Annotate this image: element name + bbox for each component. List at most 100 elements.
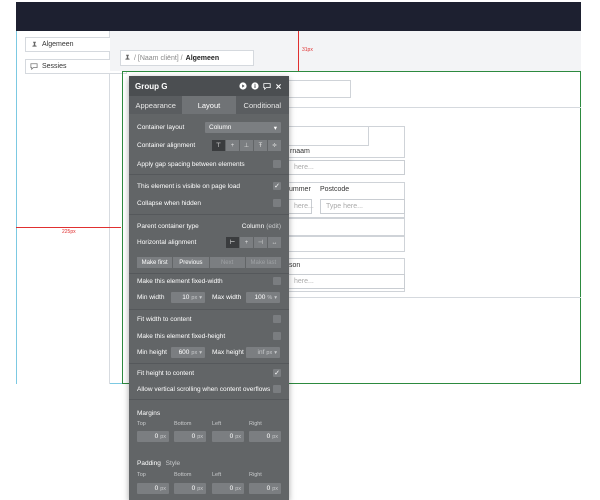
align-top-icon[interactable]: ⊤ bbox=[212, 140, 225, 151]
parent-type-row: Parent container type Column (edit) bbox=[137, 223, 281, 230]
comment-icon[interactable] bbox=[262, 82, 271, 91]
gap-spacing-row: Apply gap spacing between elements bbox=[137, 160, 281, 168]
horizontal-alignment-row: Horizontal alignment ⊢ + ⊣ ↔ bbox=[137, 237, 281, 248]
horizontal-guide-label: 225px bbox=[62, 229, 76, 235]
close-icon[interactable] bbox=[274, 82, 283, 91]
row-divider bbox=[288, 297, 581, 298]
visible-on-load-row: This element is visible on page load ✓ bbox=[137, 182, 281, 190]
fixed-height-checkbox[interactable] bbox=[273, 332, 281, 340]
vertical-guide-line bbox=[298, 31, 299, 71]
divider bbox=[129, 399, 289, 400]
gap-spacing-checkbox[interactable] bbox=[273, 160, 281, 168]
align-fill-icon[interactable]: ↔ bbox=[268, 237, 281, 248]
fit-height-checkbox[interactable]: ✓ bbox=[273, 369, 281, 377]
divider bbox=[129, 174, 289, 175]
sidebar: Algemeen Sessies bbox=[17, 31, 127, 384]
panel-title: Group G bbox=[135, 81, 168, 91]
padding-right-input[interactable]: 0 px bbox=[249, 483, 281, 494]
achternaam-input[interactable]: here... bbox=[288, 160, 405, 175]
collapse-hidden-checkbox[interactable] bbox=[273, 199, 281, 207]
panel-tabs: Appearance Layout Conditional bbox=[129, 96, 289, 114]
chevron-down-icon: ▾ bbox=[273, 124, 277, 132]
divider bbox=[129, 309, 289, 310]
padding-bottom-input[interactable]: 0 px bbox=[174, 483, 206, 494]
visible-on-load-checkbox[interactable]: ✓ bbox=[273, 182, 281, 190]
sidebar-item-label: Algemeen bbox=[42, 41, 74, 48]
align-center-icon[interactable]: + bbox=[240, 237, 253, 248]
property-editor-header[interactable]: Group G bbox=[129, 76, 289, 96]
breadcrumb-current: Algemeen bbox=[185, 54, 220, 62]
container-layout-select[interactable]: Column ▾ bbox=[205, 122, 281, 133]
height-row: Min height 600 px ▾ Max height inf px ▾ bbox=[137, 347, 281, 358]
parent-type-value: Column bbox=[241, 223, 265, 230]
woonplaats-input[interactable]: here... bbox=[288, 274, 405, 289]
fit-width-row: Fit width to content bbox=[137, 315, 281, 323]
width-row: Min width 10 px ▾ Max width 100 % ▾ bbox=[137, 292, 281, 303]
parent-type-edit-link[interactable]: (edit) bbox=[266, 223, 281, 230]
previous-button[interactable]: Previous bbox=[173, 257, 209, 268]
chat-icon bbox=[30, 63, 38, 71]
fit-height-row: Fit height to content ✓ bbox=[137, 369, 281, 377]
margins-title: Margins bbox=[137, 410, 161, 417]
make-first-button[interactable]: Make first bbox=[137, 257, 173, 268]
align-middle-icon[interactable]: + bbox=[226, 140, 239, 151]
order-buttons-row: Make first Previous Next Make last bbox=[137, 257, 281, 268]
play-icon[interactable] bbox=[238, 82, 247, 91]
fixed-height-row: Make this element fixed-height bbox=[137, 332, 281, 340]
divider bbox=[129, 363, 289, 364]
align-stretch-icon[interactable]: Ŧ bbox=[254, 140, 267, 151]
top-bar bbox=[16, 2, 581, 31]
chevron-down-icon: ▾ bbox=[274, 349, 277, 356]
fixed-width-checkbox[interactable] bbox=[273, 277, 281, 285]
pin-icon bbox=[124, 54, 131, 63]
padding-left-input[interactable]: 0 px bbox=[212, 483, 244, 494]
chevron-down-icon: ▾ bbox=[199, 294, 202, 301]
collapse-hidden-row: Collapse when hidden bbox=[137, 199, 281, 207]
fit-width-checkbox[interactable] bbox=[273, 315, 281, 323]
make-last-button[interactable]: Make last bbox=[245, 257, 281, 268]
postcode-label: Postcode bbox=[320, 186, 350, 193]
divider bbox=[129, 214, 289, 215]
achternaam-label: rnaam bbox=[290, 148, 310, 155]
row-divider bbox=[288, 107, 581, 108]
form-box-outline bbox=[288, 236, 405, 252]
margin-top-input[interactable]: 0 px bbox=[137, 431, 169, 442]
align-bottom-icon[interactable]: ⊥ bbox=[240, 140, 253, 151]
padding-style-link[interactable]: Style bbox=[166, 460, 180, 467]
align-right-icon[interactable]: ⊣ bbox=[254, 237, 267, 248]
vertical-scroll-checkbox[interactable] bbox=[273, 385, 281, 393]
align-left-icon[interactable]: ⊢ bbox=[226, 237, 239, 248]
max-height-input[interactable]: inf px ▾ bbox=[246, 347, 280, 358]
margin-right-input[interactable]: 0 px bbox=[249, 431, 281, 442]
postcode-input[interactable]: Type here... bbox=[320, 199, 405, 214]
padding-top-input[interactable]: 0 px bbox=[137, 483, 169, 494]
horizontal-alignment-buttons: ⊢ + ⊣ ↔ bbox=[226, 237, 281, 248]
next-button[interactable]: Next bbox=[209, 257, 245, 268]
top-input-box[interactable] bbox=[288, 80, 351, 98]
huisnummer-input[interactable]: here... bbox=[288, 199, 314, 214]
container-alignment-buttons: ⊤ + ⊥ Ŧ ≑ bbox=[212, 140, 281, 151]
breadcrumb-parent: / [Naam cliënt] / bbox=[134, 54, 183, 62]
horizontal-guide-line bbox=[16, 227, 121, 228]
container-alignment-label: Container alignment bbox=[137, 142, 196, 149]
tab-appearance[interactable]: Appearance bbox=[129, 96, 182, 114]
info-icon[interactable] bbox=[250, 82, 259, 91]
min-width-input[interactable]: 10 px ▾ bbox=[171, 292, 205, 303]
chevron-down-icon: ▾ bbox=[274, 294, 277, 301]
max-width-input[interactable]: 100 % ▾ bbox=[246, 292, 280, 303]
margin-left-input[interactable]: 0 px bbox=[212, 431, 244, 442]
huisnummer-label: ummer bbox=[289, 186, 311, 193]
tab-conditional[interactable]: Conditional bbox=[236, 96, 289, 114]
margin-bottom-input[interactable]: 0 px bbox=[174, 431, 206, 442]
chevron-down-icon: ▾ bbox=[199, 349, 202, 356]
tab-layout[interactable]: Layout bbox=[182, 96, 236, 114]
min-height-input[interactable]: 600 px ▾ bbox=[171, 347, 205, 358]
breadcrumb[interactable]: / [Naam cliënt] / Algemeen bbox=[120, 50, 254, 66]
align-distribute-icon[interactable]: ≑ bbox=[268, 140, 281, 151]
property-editor[interactable]: Group G Appearance Layout Conditional Co… bbox=[129, 76, 289, 500]
vertical-scroll-row: Allow vertical scrolling when content ov… bbox=[137, 385, 281, 393]
container-layout-label: Container layout bbox=[137, 124, 185, 131]
fixed-width-row: Make this element fixed-width bbox=[137, 277, 281, 285]
pin-icon bbox=[30, 41, 38, 49]
container-layout-row: Container layout Column ▾ bbox=[137, 122, 281, 133]
